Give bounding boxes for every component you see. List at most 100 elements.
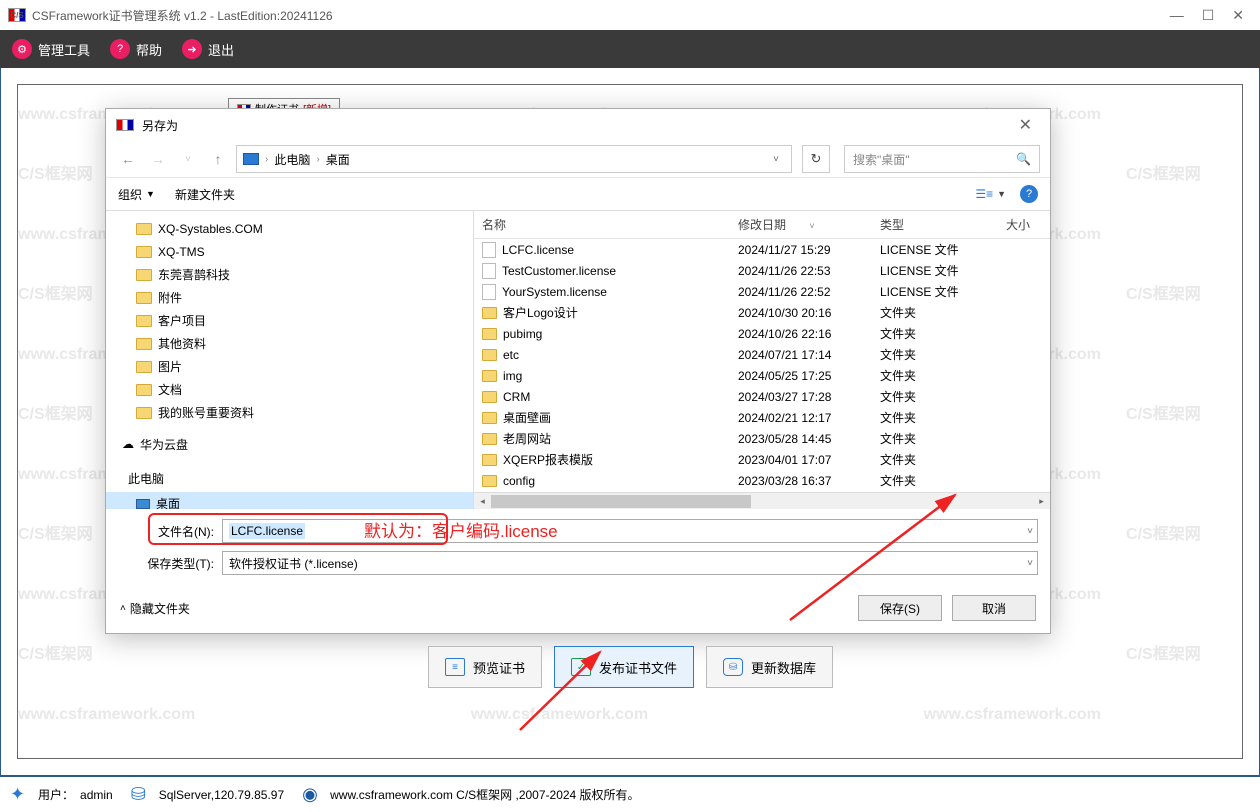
gear-icon: ⚙ — [12, 39, 32, 59]
refresh-button[interactable]: ↻ — [802, 145, 830, 173]
status-db: ⛁ SqlServer,120.79.85.97 — [131, 784, 284, 806]
cloud-icon: ☁ — [122, 437, 134, 451]
file-row[interactable]: LCFC.license 2024/11/27 15:29 LICENSE 文件 — [474, 239, 1050, 260]
nav-back-button[interactable]: ← — [116, 147, 140, 171]
minimize-button[interactable]: — — [1170, 7, 1184, 24]
folder-icon — [136, 246, 152, 258]
status-copyright: ◉ www.csframework.com C/S框架网 ,2007-2024 … — [302, 784, 639, 806]
exit-icon: ➜ — [182, 39, 202, 59]
folder-icon — [136, 338, 152, 350]
filename-input[interactable]: LCFC.license ˅ — [222, 519, 1038, 543]
tree-pc[interactable]: 此电脑 — [106, 464, 473, 492]
file-list-header[interactable]: 名称 修改日期 ˅ 类型 大小 — [474, 211, 1050, 239]
nav-recent-button[interactable]: ˅ — [176, 147, 200, 171]
folder-icon — [136, 315, 152, 327]
brand-icon: ◉ — [302, 784, 324, 806]
file-row[interactable]: img 2024/05/25 17:25 文件夹 — [474, 365, 1050, 386]
file-list[interactable]: LCFC.license 2024/11/27 15:29 LICENSE 文件… — [474, 239, 1050, 492]
close-button[interactable]: ✕ — [1232, 7, 1244, 24]
file-row[interactable]: CRM 2024/03/27 17:28 文件夹 — [474, 386, 1050, 407]
database-icon: ⛁ — [131, 784, 153, 806]
folder-icon — [136, 361, 152, 373]
file-row[interactable]: pubimg 2024/10/26 22:16 文件夹 — [474, 323, 1050, 344]
organize-menu[interactable]: 组织 ▼ — [118, 186, 155, 203]
action-buttons: ≡ 预览证书 ✓ 发布证书文件 ⛁ 更新数据库 — [428, 646, 833, 688]
dialog-logo-icon — [116, 119, 134, 131]
scroll-right-icon[interactable]: ▸ — [1033, 493, 1050, 509]
horizontal-scrollbar[interactable]: ◂ ▸ — [474, 492, 1050, 509]
scroll-thumb[interactable] — [491, 495, 751, 508]
file-row[interactable]: 桌面壁画 2024/02/21 12:17 文件夹 — [474, 407, 1050, 428]
tree-item[interactable]: 文档 — [106, 378, 473, 401]
cancel-button[interactable]: 取消 — [952, 595, 1036, 621]
file-icon — [482, 263, 496, 279]
tree-item[interactable]: 我的账号重要资料 — [106, 401, 473, 424]
search-input[interactable]: 搜索"桌面" 🔍 — [844, 145, 1040, 173]
save-as-dialog: 另存为 ✕ ← → ˅ ↑ › 此电脑 › 桌面 ˅ ↻ 搜索"桌面" 🔍 组织… — [105, 108, 1051, 634]
tree-item[interactable]: XQ-TMS — [106, 240, 473, 263]
menu-help[interactable]: ? 帮助 — [110, 39, 162, 59]
filetype-dropdown-icon[interactable]: ˅ — [1027, 558, 1033, 569]
app-logo-icon: C/S — [8, 8, 26, 22]
status-bar: ✦ 用户：admin ⛁ SqlServer,120.79.85.97 ◉ ww… — [0, 776, 1260, 812]
nav-forward-button[interactable]: → — [146, 147, 170, 171]
file-row[interactable]: 老周网站 2023/05/28 14:45 文件夹 — [474, 428, 1050, 449]
menu-tools[interactable]: ⚙ 管理工具 — [12, 39, 90, 59]
help-button[interactable]: ? — [1020, 185, 1038, 203]
filetype-select[interactable]: 软件授权证书 (*.license) ˅ — [222, 551, 1038, 575]
file-row[interactable]: YourSystem.license 2024/11/26 22:52 LICE… — [474, 281, 1050, 302]
folder-icon — [136, 384, 152, 396]
drive-icon — [243, 153, 259, 165]
scroll-left-icon[interactable]: ◂ — [474, 493, 491, 509]
folder-icon — [482, 412, 497, 424]
folder-icon — [482, 328, 497, 340]
file-row[interactable]: XQERP报表模版 2023/04/01 17:07 文件夹 — [474, 449, 1050, 470]
path-breadcrumb[interactable]: › 此电脑 › 桌面 ˅ — [236, 145, 792, 173]
folder-icon — [136, 292, 152, 304]
menu-bar: ⚙ 管理工具 ? 帮助 ➜ 退出 — [0, 30, 1260, 68]
new-folder-button[interactable]: 新建文件夹 — [175, 186, 235, 203]
tree-item[interactable]: XQ-Systables.COM — [106, 217, 473, 240]
menu-exit[interactable]: ➜ 退出 — [182, 39, 234, 59]
publish-icon: ✓ — [571, 658, 591, 676]
tree-desktop[interactable]: 桌面 — [106, 492, 473, 509]
hide-folders-toggle[interactable]: ˄ 隐藏文件夹 — [120, 600, 190, 617]
file-icon — [482, 284, 496, 300]
nav-up-button[interactable]: ↑ — [206, 147, 230, 171]
window-titlebar: C/S CSFramework证书管理系统 v1.2 - LastEdition… — [0, 0, 1260, 30]
path-dropdown-icon[interactable]: ˅ — [767, 154, 785, 165]
folder-icon — [136, 223, 152, 235]
window-title: CSFramework证书管理系统 v1.2 - LastEdition:202… — [32, 7, 333, 24]
save-button[interactable]: 保存(S) — [858, 595, 942, 621]
file-row[interactable]: config 2023/03/28 16:37 文件夹 — [474, 470, 1050, 491]
update-db-button[interactable]: ⛁ 更新数据库 — [706, 646, 833, 688]
file-row[interactable]: 客户Logo设计 2024/10/30 20:16 文件夹 — [474, 302, 1050, 323]
folder-tree[interactable]: XQ-Systables.COMXQ-TMS东莞喜鹊科技附件客户项目其他资料图片… — [106, 211, 474, 509]
view-mode-button[interactable]: ☰≡ ▼ — [975, 187, 1006, 201]
folder-icon — [482, 454, 497, 466]
preview-cert-button[interactable]: ≡ 预览证书 — [428, 646, 542, 688]
file-row[interactable]: etc 2024/07/21 17:14 文件夹 — [474, 344, 1050, 365]
folder-icon — [482, 391, 497, 403]
filename-dropdown-icon[interactable]: ˅ — [1027, 526, 1033, 537]
publish-cert-button[interactable]: ✓ 发布证书文件 — [554, 646, 694, 688]
folder-icon — [482, 307, 497, 319]
folder-icon — [482, 349, 497, 361]
filename-label: 文件名(N): — [118, 523, 222, 540]
tree-item[interactable]: 客户项目 — [106, 309, 473, 332]
tree-item[interactable]: 附件 — [106, 286, 473, 309]
file-row[interactable]: TestCustomer.license 2024/11/26 22:53 LI… — [474, 260, 1050, 281]
help-icon: ? — [110, 39, 130, 59]
filetype-label: 保存类型(T): — [118, 555, 222, 572]
maximize-button[interactable]: ☐ — [1202, 7, 1215, 24]
preview-icon: ≡ — [445, 658, 465, 676]
desktop-icon — [136, 499, 150, 509]
tree-item[interactable]: 其他资料 — [106, 332, 473, 355]
tree-item[interactable]: 东莞喜鹊科技 — [106, 263, 473, 286]
dialog-title: 另存为 — [142, 117, 178, 134]
dialog-close-button[interactable]: ✕ — [1011, 115, 1040, 135]
tree-cloud[interactable]: ☁华为云盘 — [106, 430, 473, 458]
folder-icon — [482, 433, 497, 445]
folder-icon — [482, 475, 497, 487]
tree-item[interactable]: 图片 — [106, 355, 473, 378]
